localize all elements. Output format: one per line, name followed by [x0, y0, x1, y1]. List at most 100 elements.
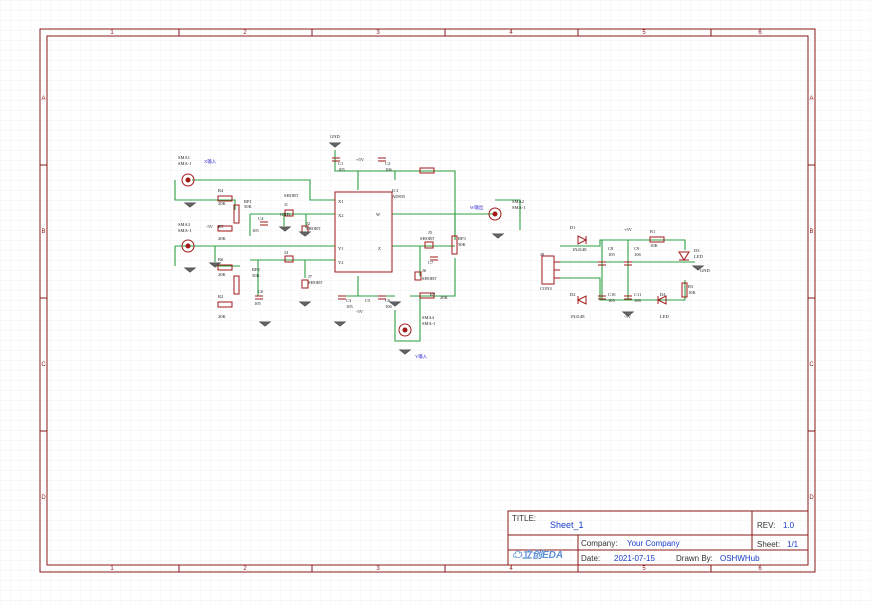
lceda-logo: ☁立创EDA [512, 546, 563, 561]
part-label: R3 [688, 284, 694, 289]
row-label: B [41, 229, 45, 235]
title-label: TITLE: [512, 514, 537, 523]
part-label: 20K [218, 272, 227, 277]
row-label: A [809, 96, 813, 102]
part-label: LED [660, 314, 669, 319]
part-label: Y2 [338, 260, 344, 265]
part-label: C4 [258, 216, 264, 221]
part-label: C9 [634, 246, 640, 251]
part-label: 50K [244, 204, 253, 209]
part-label: X1 [338, 199, 344, 204]
part-label: SHORT [284, 193, 299, 198]
part-label: SHORT [422, 276, 437, 281]
part-label: GND [280, 212, 290, 217]
sheet-label: Sheet: [757, 540, 781, 549]
part-label: Z [378, 246, 381, 251]
part-label: 20K [218, 236, 227, 241]
part-label: 10K [688, 290, 697, 295]
part-label: D4 [660, 292, 666, 297]
drawn-by-label: Drawn By: [676, 554, 713, 563]
part-label: R5 [218, 224, 224, 229]
part-label: -5V [206, 224, 214, 229]
part-label: 20K [218, 314, 227, 319]
part-label: 105 [338, 167, 346, 172]
part-label: X输入 [204, 158, 217, 165]
part-label: Y1 [338, 246, 344, 251]
part-label: 105 [254, 301, 262, 306]
part-label: 1N4148 [570, 314, 585, 319]
part-label: SHORT [420, 236, 435, 241]
part-label: IC1 [392, 188, 399, 193]
part-label: W输出 [470, 204, 484, 211]
part-label: C2 [385, 161, 390, 166]
sheet-value: 1/1 [787, 540, 799, 549]
part-label: 10K [650, 243, 659, 248]
part-label: X2 [338, 213, 344, 218]
part-label: Y输入 [415, 353, 428, 360]
rev-label: REV: [757, 521, 776, 530]
part-label: LED [694, 254, 703, 259]
date-label: Date: [581, 554, 601, 563]
row-label: C [809, 362, 814, 368]
part-label: 106 [634, 298, 642, 303]
part-label: SMA3 [178, 222, 191, 227]
part-label: 20K [440, 295, 449, 300]
part-label: R6 [218, 257, 224, 262]
rev-value: 1.0 [783, 521, 795, 530]
part-label: 50K [458, 242, 467, 247]
part-label: 20K [218, 201, 227, 206]
part-label: -5V [356, 309, 364, 314]
part-label: SMA-1 [178, 228, 192, 233]
part-label: 105 [252, 228, 260, 233]
row-label: D [41, 495, 46, 501]
part-label: SMA-1 [422, 321, 436, 326]
part-label: SMA4 [422, 315, 435, 320]
part-label: D2 [570, 292, 576, 297]
grid-background [0, 0, 871, 605]
part-label: AD835 [392, 194, 406, 199]
part-label: C7 [428, 260, 434, 265]
part-label: -5V [624, 314, 632, 319]
part-label: SHORT [306, 226, 321, 231]
schematic-sheet: 1 2 3 4 5 6 1 2 3 4 5 6 A B C D A B C D [0, 0, 871, 605]
part-label: D3 [694, 248, 700, 253]
part-label: GND [700, 268, 710, 273]
part-label: R1 [650, 229, 655, 234]
part-label: RP3 [458, 236, 467, 241]
part-label: C8 [608, 246, 614, 251]
sheet-title: Sheet_1 [550, 520, 584, 530]
row-label: D [809, 495, 814, 501]
part-label: RP2 [252, 267, 260, 272]
part-label: D1 [570, 225, 576, 230]
logo-text: 立创EDA [522, 550, 564, 561]
part-label: C10 [608, 292, 616, 297]
row-label: C [41, 362, 46, 368]
part-label: 105 [608, 298, 616, 303]
part-label: R7 [430, 292, 436, 297]
part-label: R2 [218, 294, 223, 299]
part-label: GND [330, 134, 340, 139]
row-label: A [41, 96, 45, 102]
part-label: C3 [346, 298, 352, 303]
part-label: SMA2 [512, 199, 524, 204]
part-label: 106 [634, 252, 642, 257]
cloud-icon: ☁ [512, 550, 522, 561]
part-label: 106 [385, 167, 393, 172]
part-label: SHORT [308, 280, 323, 285]
part-label: C6 [258, 289, 264, 294]
part-label: +5V [356, 157, 365, 162]
row-label: B [809, 229, 813, 235]
part-label: C6 [385, 298, 391, 303]
company-value: Your Company [627, 539, 680, 548]
part-label: SMA1 [178, 155, 190, 160]
part-label: C11 [634, 292, 641, 297]
part-label: J1 [284, 202, 288, 207]
part-label: SMA-1 [178, 161, 192, 166]
part-label: R4 [218, 188, 224, 193]
part-label: CON3 [540, 286, 553, 291]
part-label: 105 [608, 252, 616, 257]
part-label: 50K [252, 273, 261, 278]
part-label: 1N4148 [572, 247, 587, 252]
date-value: 2021-07-15 [614, 554, 655, 563]
part-label: SMA-1 [512, 205, 526, 210]
